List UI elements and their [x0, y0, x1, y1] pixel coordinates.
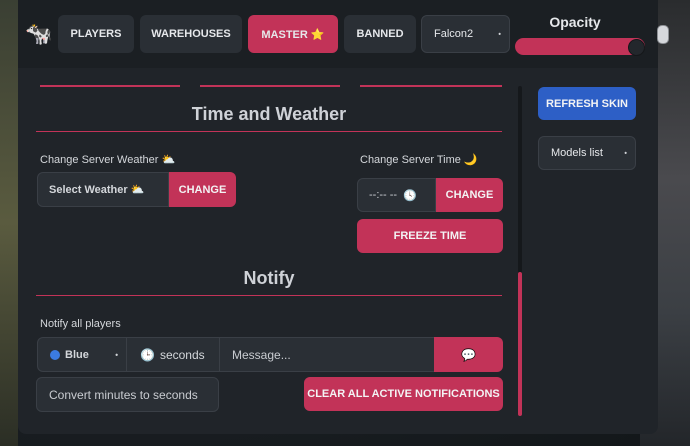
models-select-value: Models list — [551, 147, 603, 159]
cow-logo-icon: 🐄 — [25, 21, 53, 46]
tab-players[interactable]: PLAYERS — [58, 15, 134, 53]
timer-icon: 🕒 — [140, 347, 155, 362]
models-select[interactable]: Models list • — [538, 136, 636, 170]
pink-divider-3 — [360, 85, 502, 87]
weather-select-value: Select Weather ⛅ — [49, 184, 145, 196]
change-time-button[interactable]: CHANGE — [436, 178, 503, 212]
notify-color-value: Blue — [65, 348, 89, 361]
tab-warehouses[interactable]: WAREHOUSES — [140, 15, 242, 53]
clock-icon: 🕓 — [403, 189, 417, 202]
section-divider — [36, 295, 502, 296]
time-input[interactable]: --:-- -- 🕓 — [357, 178, 436, 212]
player-select-value: Falcon2 — [434, 28, 474, 40]
time-label: Change Server Time 🌙 — [360, 154, 478, 166]
mouse-icon[interactable] — [657, 25, 669, 44]
pink-divider-1 — [40, 85, 180, 87]
notify-label: Notify all players — [40, 318, 121, 330]
notify-message-input[interactable]: Message... — [219, 337, 435, 372]
convert-minutes-placeholder: Convert minutes to seconds — [49, 387, 198, 402]
chevron-down-icon: • — [115, 350, 118, 359]
notify-message-placeholder: Message... — [232, 347, 291, 362]
pink-divider-2 — [200, 85, 340, 87]
clear-notifications-button[interactable]: CLEAR ALL ACTIVE NOTIFICATIONS — [304, 377, 503, 411]
change-weather-button[interactable]: CHANGE — [169, 172, 236, 207]
refresh-skin-button[interactable]: REFRESH SKIN — [538, 87, 636, 120]
notify-duration-label: seconds — [159, 347, 205, 362]
player-select[interactable]: Falcon2 • — [421, 15, 510, 53]
blue-dot-icon — [50, 349, 60, 360]
tab-master[interactable]: MASTER ⭐ — [248, 15, 338, 53]
section-divider — [36, 131, 502, 132]
notify-color-select[interactable]: Blue • — [37, 337, 127, 372]
chevron-down-icon: • — [498, 29, 501, 39]
section-title-notify: Notify — [243, 268, 295, 288]
freeze-time-button[interactable]: FREEZE TIME — [357, 219, 503, 253]
opacity-slider[interactable] — [515, 38, 645, 55]
opacity-label: Opacity — [549, 14, 601, 30]
convert-minutes-input[interactable]: Convert minutes to seconds — [36, 377, 219, 412]
opacity-slider-handle[interactable] — [628, 39, 645, 56]
tab-banned[interactable]: BANNED — [344, 15, 416, 53]
background-left — [0, 0, 18, 446]
time-input-value: --:-- -- — [369, 189, 398, 201]
chevron-down-icon: • — [624, 148, 627, 158]
notify-duration-input[interactable]: 🕒 seconds — [126, 337, 220, 372]
weather-label: Change Server Weather ⛅ — [40, 154, 176, 166]
weather-select[interactable]: Select Weather ⛅ — [37, 172, 169, 207]
chat-bubble-icon: 💬 — [461, 347, 476, 362]
send-notify-button[interactable]: 💬 — [434, 337, 503, 372]
section-title-time-weather: Time and Weather — [191, 104, 347, 124]
scrollbar-thumb[interactable] — [518, 272, 522, 416]
